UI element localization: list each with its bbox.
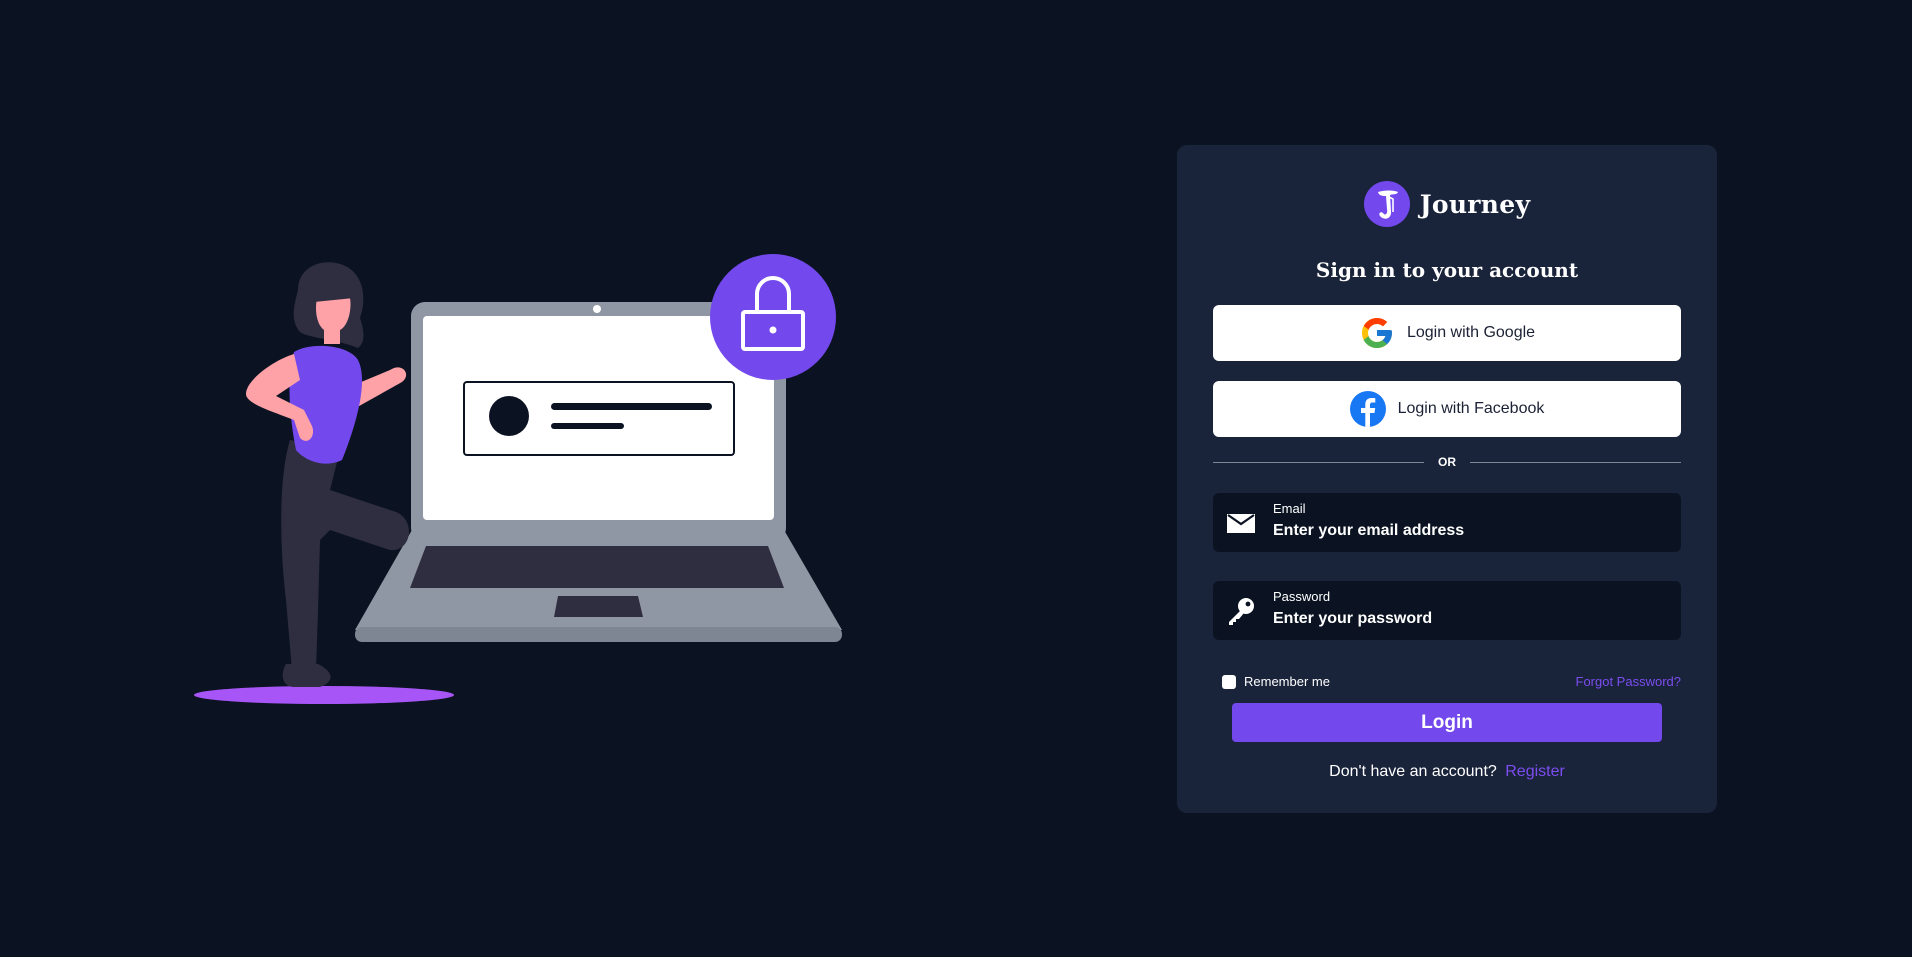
email-input[interactable] — [1273, 520, 1663, 542]
login-button[interactable]: Login — [1232, 703, 1662, 742]
laptop-lock-illustration — [190, 250, 850, 710]
facebook-icon — [1349, 391, 1386, 427]
email-label: Email — [1273, 501, 1306, 516]
divider-line-right — [1470, 461, 1681, 463]
facebook-button-label: Login with Facebook — [1397, 400, 1545, 417]
remember-me-label: Remember me — [1244, 674, 1330, 689]
register-row: Don't have an account? Register — [1177, 763, 1717, 781]
register-link[interactable]: Register — [1505, 763, 1565, 780]
login-with-google-button[interactable]: Login with Google — [1213, 305, 1681, 361]
remember-me[interactable]: Remember me — [1222, 674, 1330, 689]
password-label: Password — [1273, 589, 1331, 604]
remember-me-checkbox[interactable] — [1222, 674, 1236, 689]
register-prompt: Don't have an account? — [1329, 763, 1497, 780]
email-field[interactable]: Email — [1213, 493, 1681, 552]
journey-logo-icon — [1363, 181, 1410, 227]
password-input[interactable] — [1273, 608, 1663, 630]
google-button-label: Login with Google — [1406, 324, 1536, 341]
brand-name: Journey — [1419, 189, 1531, 219]
brand: Journey — [1177, 181, 1717, 227]
key-icon — [1229, 598, 1254, 625]
login-with-facebook-button[interactable]: Login with Facebook — [1213, 381, 1681, 437]
or-divider: OR — [1213, 454, 1681, 470]
divider-line-left — [1213, 461, 1424, 463]
forgot-password-link[interactable]: Forgot Password? — [1576, 674, 1682, 689]
google-icon — [1361, 318, 1392, 348]
login-card: Journey Sign in to your account Login wi… — [1177, 145, 1717, 813]
divider-text: OR — [1438, 455, 1456, 469]
page-title: Sign in to your account — [1315, 258, 1579, 282]
password-field[interactable]: Password — [1213, 581, 1681, 640]
login-page: Journey Sign in to your account Login wi… — [0, 0, 1912, 957]
mail-icon — [1227, 514, 1255, 533]
